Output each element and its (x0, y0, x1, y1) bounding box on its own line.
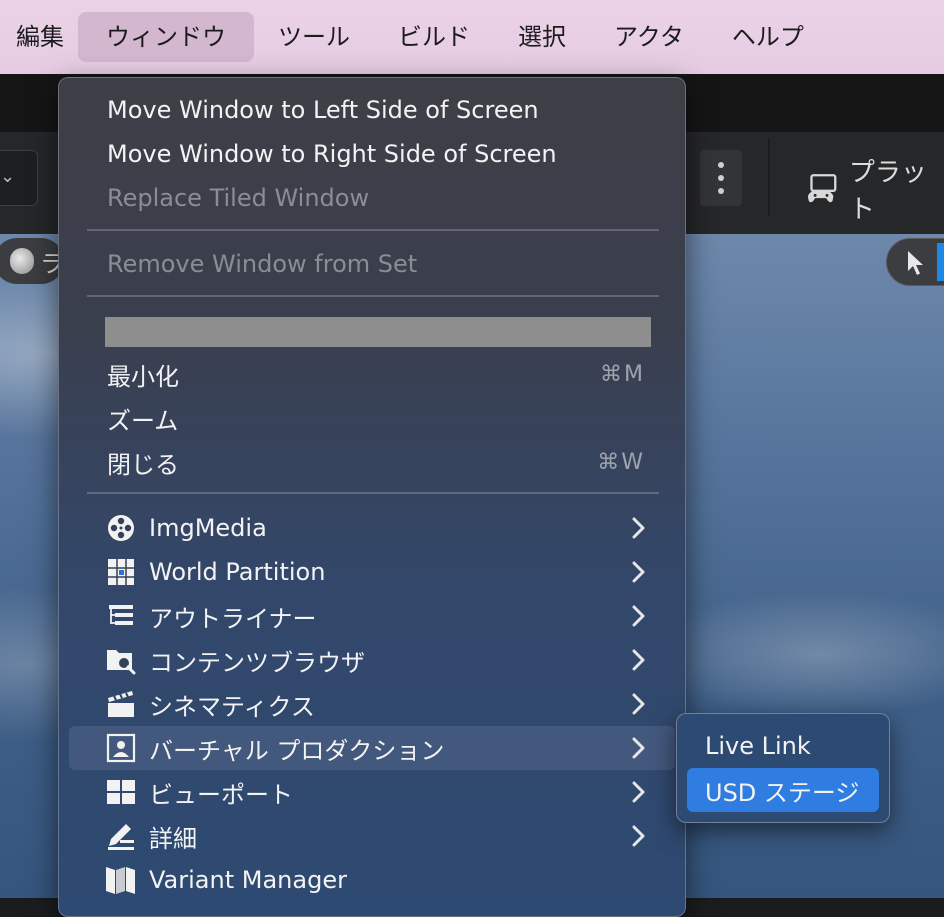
menu-item-imgmedia[interactable]: ImgMedia (69, 506, 675, 550)
menu-build[interactable]: ビルド (374, 12, 494, 62)
chevron-right-icon (632, 693, 645, 715)
menu-item-details[interactable]: 詳細 (69, 814, 675, 858)
chevron-right-icon (632, 825, 645, 847)
submenu-item-live-link[interactable]: Live Link (687, 724, 879, 768)
outliner-icon (105, 600, 137, 632)
variant-manager-icon (105, 864, 137, 896)
menu-item-label: 最小化 (107, 362, 179, 391)
menu-item-label: World Partition (149, 558, 326, 586)
menu-edit[interactable]: 編集 (0, 12, 78, 62)
toolbar-separator (768, 138, 770, 216)
chevron-right-icon (632, 649, 645, 671)
menu-item-shortcut: ⌘M (600, 361, 645, 387)
menu-window[interactable]: ウィンドウ (78, 12, 254, 62)
menu-item-label: アウトライナー (149, 604, 317, 633)
menu-item-label: Move Window to Left Side of Screen (107, 96, 539, 124)
menu-item-label: ビューポート (149, 780, 293, 809)
virtual-production-icon (105, 732, 137, 764)
menu-item-label: Move Window to Right Side of Screen (107, 140, 557, 168)
menu-help[interactable]: ヘルプ (708, 12, 828, 62)
chevron-right-icon (632, 737, 645, 759)
platforms-label: プラット (848, 158, 927, 225)
chevron-right-icon (632, 561, 645, 583)
menu-tools[interactable]: ツール (254, 12, 374, 62)
menu-item-label: 閉じる (107, 450, 179, 479)
viewport-options-pill[interactable]: ラ (0, 238, 64, 284)
cursor-arrow-icon (908, 251, 923, 275)
content-browser-icon (105, 644, 137, 676)
active-tool-indicator (937, 243, 944, 281)
clapperboard-icon (105, 688, 137, 720)
virtual-production-submenu: Live Link USD ステージ (676, 713, 890, 823)
chevron-right-icon (632, 517, 645, 539)
menu-item-viewport[interactable]: ビューポート (69, 770, 675, 814)
viewport-options-icon (10, 248, 34, 274)
menu-item-label: 詳細 (149, 824, 197, 853)
film-reel-icon (105, 512, 137, 544)
menu-item-virtual-production[interactable]: バーチャル プロダクション (69, 726, 675, 770)
menu-item-replace-tiled: Replace Tiled Window (69, 176, 675, 220)
chevron-down-icon: ⌄ (0, 166, 16, 187)
menu-separator (87, 492, 659, 494)
menu-item-label: Replace Tiled Window (107, 184, 370, 212)
menu-select[interactable]: 選択 (494, 12, 590, 62)
menu-item-world-partition[interactable]: World Partition (69, 550, 675, 594)
viewport-grid-icon (105, 776, 137, 808)
menu-item-zoom[interactable]: ズーム (69, 396, 675, 440)
details-icon (105, 820, 137, 852)
menu-item-minimize[interactable]: 最小化 ⌘M (69, 352, 675, 396)
platforms-button[interactable]: プラット (806, 152, 944, 226)
window-menu-dropdown: Move Window to Left Side of Screen Move … (58, 77, 686, 917)
menu-separator (87, 229, 659, 231)
menu-item-cinematics[interactable]: シネマティクス (69, 682, 675, 726)
menu-item-label: Remove Window from Set (107, 250, 418, 278)
menu-item-outliner[interactable]: アウトライナー (69, 594, 675, 638)
more-options-icon[interactable] (700, 150, 742, 206)
menu-item-remove-from-set: Remove Window from Set (69, 242, 675, 286)
menu-item-move-right[interactable]: Move Window to Right Side of Screen (69, 132, 675, 176)
world-partition-icon (105, 556, 137, 588)
chevron-right-icon (632, 605, 645, 627)
menu-item-label: Variant Manager (149, 866, 347, 894)
menu-item-content-browser[interactable]: コンテンツブラウザ (69, 638, 675, 682)
redacted-bar (105, 317, 651, 347)
menu-item-move-left[interactable]: Move Window to Left Side of Screen (69, 88, 675, 132)
transform-tools-pill[interactable] (886, 238, 944, 286)
menu-item-variant-manager[interactable]: Variant Manager (69, 858, 675, 902)
menu-item-label: コンテンツブラウザ (149, 648, 365, 677)
menu-item-shortcut: ⌘W (597, 449, 645, 475)
submenu-item-label: USD ステージ (705, 778, 860, 807)
chevron-right-icon (632, 781, 645, 803)
menu-item-label: ズーム (107, 406, 179, 435)
gamepad-monitor-icon (807, 174, 837, 203)
menu-item-close[interactable]: 閉じる ⌘W (69, 440, 675, 484)
menu-item-label: シネマティクス (149, 692, 315, 721)
menu-item-label: バーチャル プロダクション (149, 736, 445, 765)
submenu-item-usd-stage[interactable]: USD ステージ (687, 768, 879, 812)
menu-item-label: ImgMedia (149, 514, 267, 542)
menu-separator (87, 295, 659, 297)
menu-bar: 編集 ウィンドウ ツール ビルド 選択 アクタ ヘルプ (0, 0, 944, 74)
submenu-item-label: Live Link (705, 732, 811, 760)
menu-actor[interactable]: アクタ (590, 12, 708, 62)
